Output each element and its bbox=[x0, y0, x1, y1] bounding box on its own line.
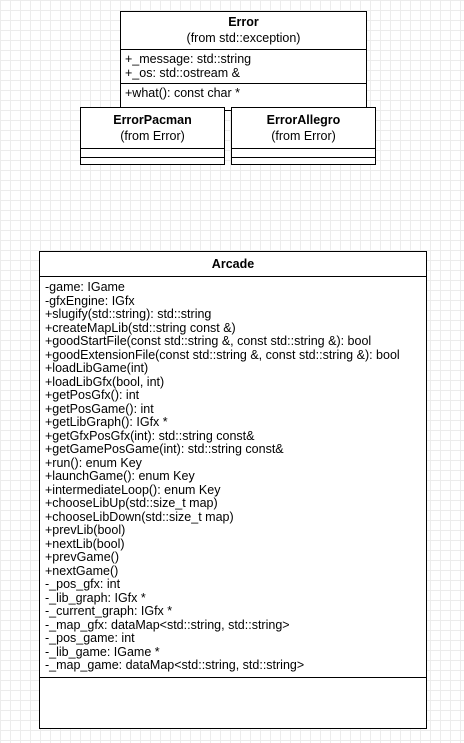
class-error-allegro-header: ErrorAllegro (from Error) bbox=[232, 108, 375, 149]
attributes-section: +_message: std::string +_os: std::ostrea… bbox=[121, 50, 366, 84]
class-name: Error bbox=[228, 15, 259, 29]
member: +goodStartFile(const std::string &, cons… bbox=[45, 334, 372, 348]
member: -gfxEngine: IGfx bbox=[45, 293, 135, 308]
member: -_map_game: dataMap<std::string, std::st… bbox=[45, 658, 305, 672]
member: +nextLib(bool) bbox=[45, 536, 125, 551]
class-arcade-header: Arcade bbox=[40, 252, 426, 277]
class-error-header: Error (from std::exception) bbox=[121, 12, 366, 50]
class-name: Arcade bbox=[211, 257, 255, 271]
class-error-pacman[interactable]: ErrorPacman (from Error) bbox=[80, 107, 225, 165]
operation: +what(): const char * bbox=[125, 86, 240, 100]
member: +launchGame(): enum Key bbox=[45, 469, 195, 483]
class-stereotype: (from Error) bbox=[120, 129, 185, 143]
member: +prevGame() bbox=[45, 550, 119, 564]
member: +getPosGame(): int bbox=[45, 401, 154, 416]
member: +loadLibGfx(bool, int) bbox=[45, 374, 165, 389]
class-name: ErrorAllegro bbox=[266, 113, 341, 127]
attributes-section bbox=[81, 149, 224, 158]
class-stereotype: (from Error) bbox=[271, 129, 336, 143]
operations-section bbox=[81, 158, 224, 166]
member: -_lib_game: IGame * bbox=[45, 644, 160, 659]
class-error-pacman-header: ErrorPacman (from Error) bbox=[81, 108, 224, 149]
member: -_map_gfx: dataMap<std::string, std::str… bbox=[45, 617, 290, 632]
class-error[interactable]: Error (from std::exception) +_message: s… bbox=[120, 11, 367, 111]
member: -_pos_game: int bbox=[45, 631, 135, 645]
member: -_current_graph: IGfx * bbox=[45, 604, 173, 618]
member: +intermediateLoop(): enum Key bbox=[45, 482, 221, 497]
operations-section bbox=[40, 678, 426, 687]
member: +getLibGraph(): IGfx * bbox=[45, 415, 168, 429]
attributes-section bbox=[232, 149, 375, 158]
member: +getPosGfx(): int bbox=[45, 388, 140, 402]
member: +getGamePosGame(int): std::string const& bbox=[45, 442, 284, 456]
class-stereotype: (from std::exception) bbox=[186, 31, 301, 45]
member: +run(): enum Key bbox=[45, 455, 142, 470]
member: +loadLibGame(int) bbox=[45, 361, 149, 375]
member: +prevLib(bool) bbox=[45, 523, 126, 537]
member: +slugify(std::string): std::string bbox=[45, 307, 212, 321]
operations-section bbox=[232, 158, 375, 166]
class-error-allegro[interactable]: ErrorAllegro (from Error) bbox=[231, 107, 376, 165]
operations-section: +what(): const char * bbox=[121, 84, 366, 102]
member: -game: IGame bbox=[45, 280, 125, 294]
member: +getGfxPosGfx(int): std::string const& bbox=[45, 428, 255, 443]
attribute: +_os: std::ostream & bbox=[125, 65, 240, 80]
member: +chooseLibUp(std::size_t map) bbox=[45, 496, 218, 510]
attribute: +_message: std::string bbox=[125, 52, 252, 66]
member: +chooseLibDown(std::size_t map) bbox=[45, 509, 234, 524]
members-section: -game: IGame -gfxEngine: IGfx +slugify(s… bbox=[40, 277, 426, 678]
member: +goodExtensionFile(const std::string &, … bbox=[45, 347, 400, 362]
class-arcade[interactable]: Arcade -game: IGame -gfxEngine: IGfx +sl… bbox=[39, 251, 427, 729]
member: +createMapLib(std::string const &) bbox=[45, 320, 236, 335]
class-name: ErrorPacman bbox=[113, 113, 192, 127]
member: -_pos_gfx: int bbox=[45, 577, 121, 591]
member: -_lib_graph: IGfx * bbox=[45, 590, 146, 605]
member: +nextGame() bbox=[45, 563, 119, 578]
